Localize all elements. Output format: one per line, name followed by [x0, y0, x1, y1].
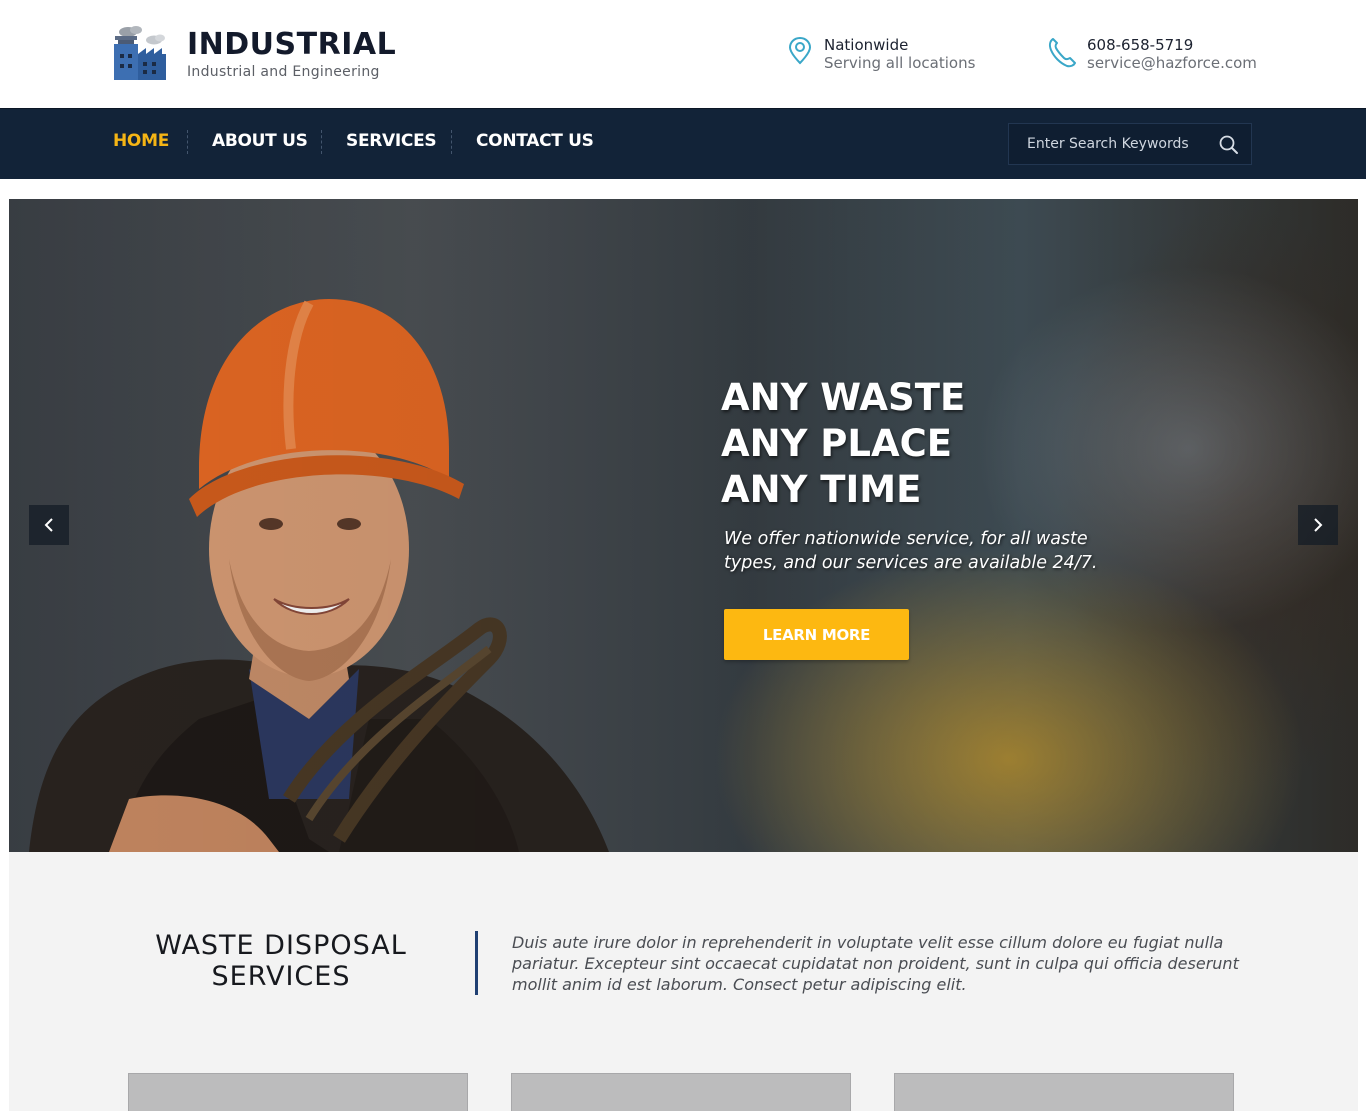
- phone-number[interactable]: 608-658-5719: [1087, 36, 1193, 54]
- slider-prev-button[interactable]: [29, 505, 69, 545]
- hero-description: We offer nationwide service, for all was…: [724, 529, 1098, 573]
- slider-next-button[interactable]: [1298, 505, 1338, 545]
- brand-title[interactable]: INDUSTRIAL: [187, 27, 396, 62]
- nav-divider: [321, 130, 322, 154]
- hero-title-line: ANY TIME: [721, 468, 922, 511]
- location-pin-icon: [788, 36, 812, 65]
- service-card[interactable]: [511, 1073, 851, 1111]
- hero-slider: ANY WASTE ANY PLACE ANY TIME We offer na…: [9, 199, 1358, 852]
- search-input[interactable]: [1009, 124, 1209, 164]
- search-box: [1008, 123, 1252, 165]
- nav-services[interactable]: SERVICES: [346, 131, 437, 151]
- brand-subtitle: Industrial and Engineering: [187, 64, 380, 80]
- services-section: WASTE DISPOSAL SERVICES Duis aute irure …: [9, 852, 1358, 1111]
- hero-overlay: [9, 199, 1358, 852]
- location-title: Nationwide: [824, 36, 909, 54]
- service-card[interactable]: [894, 1073, 1234, 1111]
- hero-title-line: ANY WASTE: [721, 376, 966, 419]
- location-subtitle: Serving all locations: [824, 54, 976, 72]
- chevron-left-icon: [44, 518, 53, 532]
- nav-divider: [187, 130, 188, 154]
- nav-divider: [451, 130, 452, 154]
- services-title: WASTE DISPOSAL SERVICES: [155, 930, 407, 992]
- main-nav: HOME ABOUT US SERVICES CONTACT US: [0, 108, 1366, 179]
- services-divider: [475, 931, 478, 995]
- hero-title: ANY WASTE ANY PLACE ANY TIME: [721, 375, 965, 513]
- nav-home[interactable]: HOME: [113, 131, 169, 151]
- service-card[interactable]: [128, 1073, 468, 1111]
- email-address[interactable]: service@hazforce.com: [1087, 54, 1257, 72]
- nav-about-us[interactable]: ABOUT US: [212, 131, 308, 151]
- learn-more-button[interactable]: LEARN MORE: [724, 609, 909, 660]
- factory-logo-icon[interactable]: [112, 24, 168, 82]
- services-description: Duis aute irure dolor in reprehenderit i…: [512, 933, 1239, 994]
- site-header: INDUSTRIAL Industrial and Engineering Na…: [0, 0, 1366, 108]
- phone-icon: [1048, 38, 1076, 68]
- chevron-right-icon: [1314, 518, 1323, 532]
- hero-title-line: ANY PLACE: [721, 422, 953, 465]
- nav-contact-us[interactable]: CONTACT US: [476, 131, 594, 151]
- search-icon[interactable]: [1217, 133, 1241, 157]
